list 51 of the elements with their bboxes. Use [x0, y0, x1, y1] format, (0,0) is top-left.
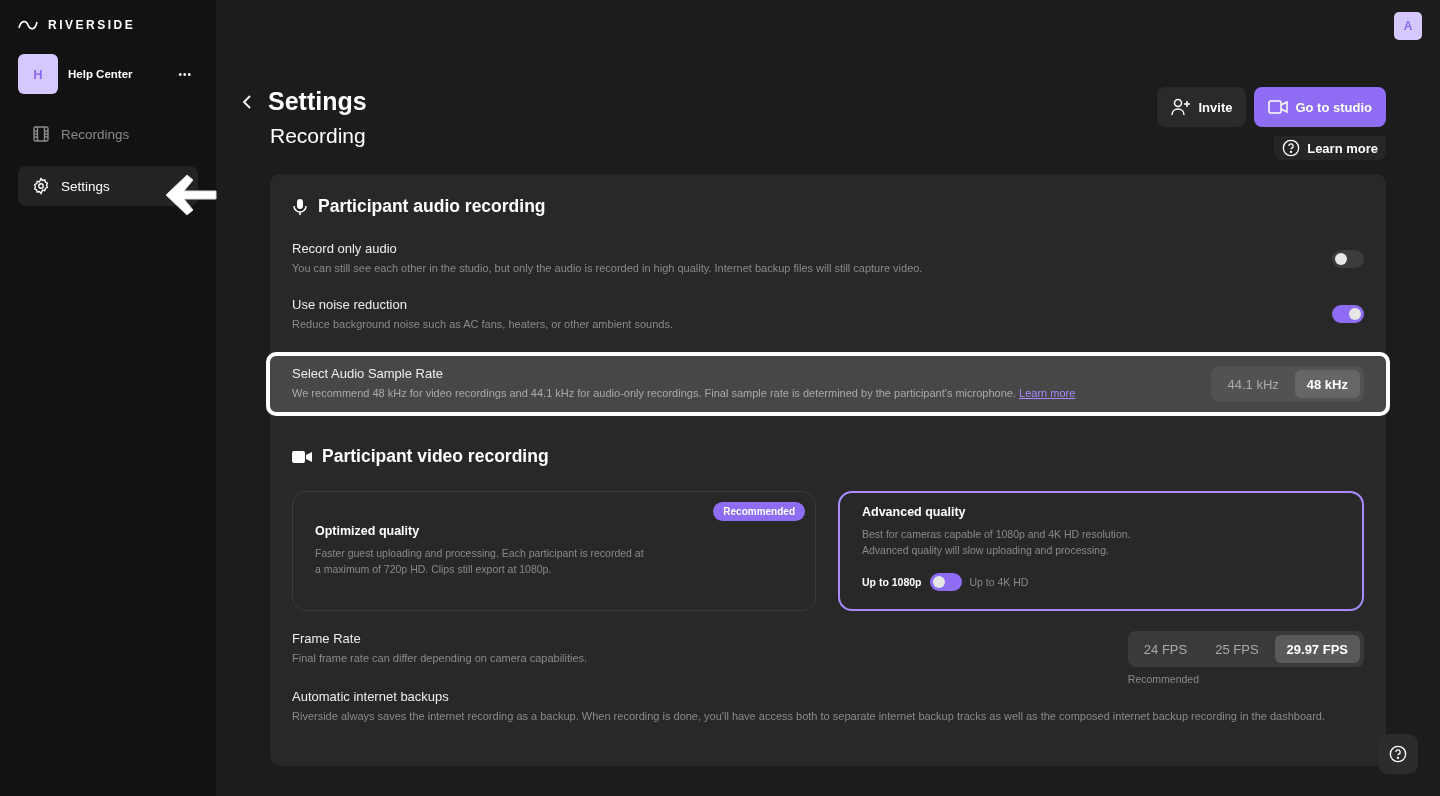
microphone-icon: [292, 197, 308, 216]
recommended-note: Recommended: [1127, 673, 1200, 685]
video-camera-icon: [1268, 99, 1289, 115]
setting-description: Riverside always saves the internet recording as a backup. When recording is done, you'll have access both to separate internet backup tracks as well as the composed internet backup recording in the dashboard.: [292, 709, 1326, 724]
film-icon: [32, 125, 50, 143]
resolution-label: Up to 4K HD: [969, 575, 1029, 588]
resolution-label: Up to 1080p: [862, 575, 922, 588]
recommended-badge: Recommended: [713, 502, 805, 521]
option-button[interactable]: 48 kHz: [1294, 370, 1360, 398]
workspace-name: Help Center: [68, 68, 134, 80]
quality-description: Faster guest uploading and processing. Each participant is recorded at a maximum of 720p HD. Clips still export at 1080p.: [315, 546, 645, 577]
invite-button[interactable]: Invite: [1157, 87, 1247, 127]
quality-option-card[interactable]: Advanced quality Best for cameras capable of 1080p and 4K HD resolution. Advanced quality will slow uploading and processing. Up to 1080p Up to 4K HD: [838, 491, 1364, 611]
quality-option-card[interactable]: Recommended Optimized quality Faster guest uploading and processing. Each participant is recorded at a maximum of 720p HD. Clips still export at 1080p.: [292, 491, 816, 611]
section-subtitle: Recording: [270, 124, 367, 148]
help-button[interactable]: [1378, 734, 1418, 774]
setting-description: Final frame rate can differ depending on camera capabilities.: [292, 651, 588, 666]
setting-title: Record only audio: [292, 241, 398, 256]
setting-title: Select Audio Sample Rate: [292, 366, 445, 382]
add-user-icon: [1171, 98, 1192, 116]
setting-description: Reduce background noise such as AC fans, heaters, or other ambient sounds.: [292, 316, 673, 332]
option-button[interactable]: 25 FPS: [1203, 635, 1271, 663]
page-title: Settings: [268, 87, 367, 116]
setting-title: Use noise reduction: [292, 296, 408, 312]
learn-more-button[interactable]: Learn more: [1274, 136, 1386, 160]
video-camera-icon: [292, 449, 312, 464]
help-icon: [1389, 745, 1407, 763]
option-button[interactable]: 44.1 kHz: [1215, 370, 1291, 398]
option-button[interactable]: 29.97 FPS: [1274, 635, 1360, 663]
back-icon[interactable]: [242, 94, 254, 109]
sidebar-item[interactable]: Settings: [18, 166, 198, 206]
settings-icon: [32, 177, 50, 195]
section-title: Participant audio recording: [318, 196, 546, 217]
setting-title: Automatic internet backups: [292, 689, 450, 704]
more-menu[interactable]: •••: [178, 68, 198, 80]
resolution-toggle[interactable]: [929, 572, 962, 591]
option-button[interactable]: 24 FPS: [1131, 635, 1200, 663]
learn-more-link[interactable]: Learn more: [1019, 387, 1076, 400]
setting-title: Frame Rate: [292, 631, 362, 646]
setting-description: We recommend 48 kHz for video recordings and 44.1 kHz for audio-only recordings. Final sample rate is determined by the participant's microphone. Learn more: [292, 386, 1076, 402]
quality-title: Optimized quality: [315, 524, 421, 539]
section-title: Participant video recording: [322, 446, 549, 467]
setting-description: You can still see each other in the studio, but only the audio is recorded in high quality. Internet backup files will still capture video.: [292, 261, 923, 276]
sidebar-item[interactable]: Recordings: [18, 114, 198, 154]
toggle-switch[interactable]: [1332, 249, 1364, 268]
help-icon: [1282, 139, 1301, 157]
quality-description: Best for cameras capable of 1080p and 4K HD resolution. Advanced quality will slow uploading and processing.: [862, 527, 1132, 558]
logo-text: RIVERSIDE: [48, 18, 136, 32]
toggle-switch[interactable]: [1332, 305, 1364, 324]
go-to-studio-button[interactable]: Go to studio: [1254, 87, 1386, 127]
quality-title: Advanced quality: [862, 505, 967, 519]
